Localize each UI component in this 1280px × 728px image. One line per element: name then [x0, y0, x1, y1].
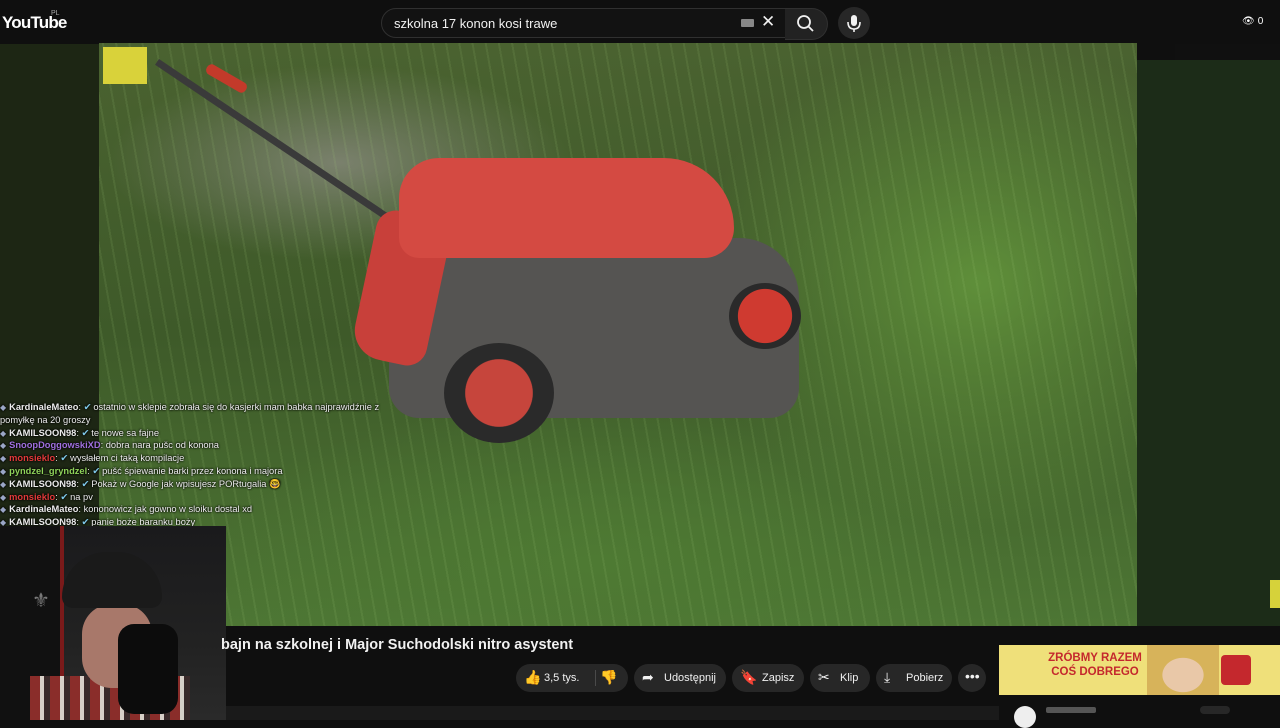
- bookmark-icon: 🔖: [740, 669, 758, 685]
- ad-more-button[interactable]: [1200, 706, 1230, 714]
- chat-message: ◆ monsieklo: ✔ na pv: [0, 491, 93, 502]
- viewer-count: 👁 0: [1242, 16, 1263, 27]
- scissors-icon: ✂: [818, 669, 830, 685]
- dislike-icon[interactable]: 👎: [600, 669, 617, 686]
- download-button[interactable]: ⤓ Pobierz: [876, 664, 952, 692]
- search-button[interactable]: [785, 8, 828, 40]
- ad-line-1: ZRÓBMY RAZEM: [1048, 652, 1142, 664]
- clip-label: Klip: [840, 672, 859, 684]
- ad-product-image: [1221, 655, 1251, 685]
- share-button[interactable]: ➦ Udostępnij: [634, 664, 726, 692]
- more-icon: •••: [965, 668, 980, 684]
- chat-message: ◆ monsieklo: ✔ wysłałem ci taką kompilacje: [0, 453, 185, 464]
- share-icon: ➦: [642, 669, 654, 685]
- chat-message: ◆ KAMILSOON98: ✔ Pokaż w Google jak wpisuj…: [0, 478, 281, 489]
- clear-icon[interactable]: ✕: [761, 12, 775, 32]
- sidebar-ad-banner[interactable]: ZRÓBMY RAZEM COŚ DOBREGO: [999, 645, 1280, 695]
- mic-icon: [847, 15, 861, 32]
- like-icon[interactable]: 👍: [524, 669, 541, 686]
- like-count[interactable]: 3,5 tys.: [544, 672, 579, 684]
- webcam-overlay: ⚜: [0, 526, 226, 720]
- channel-watermark: [103, 47, 147, 84]
- mower-top-cover: [399, 158, 734, 258]
- search-box[interactable]: szkolna 17 konon kosi trawe ✕: [381, 8, 787, 38]
- ad-advertiser-name: [1046, 707, 1096, 713]
- eye-icon: 👁: [1242, 16, 1255, 27]
- side-overlay-tag: [1270, 580, 1280, 608]
- chair-logo-icon: ⚜: [32, 590, 50, 612]
- chat-message: ◆ KAMILSOON98: ✔ te nowe sa fajne: [0, 427, 159, 438]
- mower-back-wheel: [729, 283, 801, 349]
- save-button[interactable]: 🔖 Zapisz: [732, 664, 804, 692]
- search-input[interactable]: szkolna 17 konon kosi trawe: [394, 16, 557, 31]
- keyboard-icon[interactable]: [741, 19, 754, 27]
- region-code: PL: [51, 10, 60, 17]
- voice-search-button[interactable]: [838, 7, 870, 39]
- chat-overlay: ◆ KardinaleMateo: ✔ ostatnio w sklepie zob…: [0, 401, 440, 529]
- ad-info-row: [999, 695, 1280, 720]
- chat-message: ◆ KardinaleMateo: kononowicz jak gowno w …: [0, 504, 253, 515]
- ad-line-2: COŚ DOBREGO: [1051, 666, 1139, 678]
- chat-message: pomyłkę na 20 groszy: [0, 414, 91, 425]
- mower-front-wheel: [444, 343, 554, 443]
- ad-headline: ZRÓBMY RAZEM COŚ DOBREGO: [1045, 651, 1145, 679]
- overlay-strip: [1175, 44, 1280, 60]
- viewer-count-value: 0: [1257, 16, 1264, 27]
- save-label: Zapisz: [762, 672, 795, 684]
- ad-avatar[interactable]: [1014, 706, 1036, 728]
- chat-message: ◆ SnoopDoggowskiXD: dobra nara pušc od ko…: [0, 440, 219, 451]
- search-icon: [797, 15, 814, 32]
- top-bar: YouTube PL szkolna 17 konon kosi trawe ✕…: [0, 0, 1280, 44]
- chat-message: ◆ KardinaleMateo: ✔ ostatnio w sklepie zob…: [0, 402, 380, 412]
- streamer-cap: [62, 552, 162, 608]
- stream-background-right: [1137, 60, 1280, 626]
- video-title: bajn na szkolnej i Major Suchodolski nit…: [221, 637, 574, 653]
- more-actions-button[interactable]: •••: [958, 664, 986, 692]
- description-box[interactable]: [226, 706, 1000, 720]
- download-icon: ⤓: [884, 669, 891, 685]
- download-label: Pobierz: [906, 672, 944, 684]
- like-divider: [595, 670, 596, 686]
- chat-message: ◆ pyndzel_gryndzel: ✔ pušć śpiewanie barki…: [0, 465, 283, 476]
- clip-button[interactable]: ✂ Klip: [810, 664, 870, 692]
- ad-person-image: [1147, 645, 1219, 695]
- video-player[interactable]: [99, 43, 1137, 626]
- share-label: Udostępnij: [664, 672, 716, 684]
- like-dislike-group: 👍 3,5 tys. 👎: [516, 664, 628, 692]
- microphone: [118, 624, 178, 714]
